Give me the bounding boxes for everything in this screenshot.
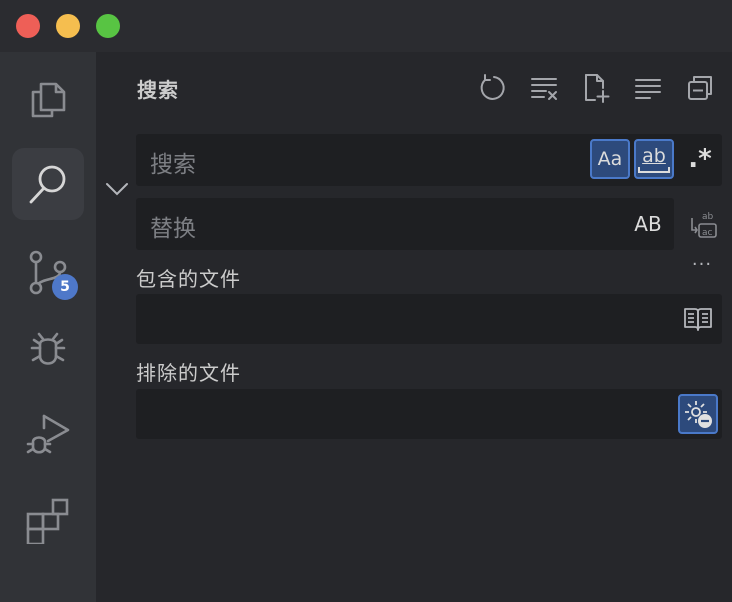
- include-files-input[interactable]: [136, 294, 722, 344]
- search-open-editors-button[interactable]: [681, 303, 715, 335]
- source-control-badge: 5: [52, 274, 78, 300]
- toggle-search-details-button[interactable]: ···: [686, 254, 718, 278]
- preserve-case-label: AB: [634, 212, 662, 236]
- activity-extensions[interactable]: [12, 484, 84, 556]
- activity-search[interactable]: [12, 148, 84, 220]
- search-icon: [29, 165, 66, 204]
- bug-icon: [30, 332, 66, 365]
- preserve-case-toggle[interactable]: AB: [628, 204, 668, 244]
- regex-label: .*: [688, 144, 712, 174]
- title-bar: [0, 0, 732, 52]
- run-debug-icon: [26, 414, 70, 454]
- replace-input[interactable]: 替换 AB: [136, 198, 674, 250]
- exclude-files-label: 排除的文件: [136, 361, 241, 385]
- whole-word-icon: [638, 167, 670, 173]
- vscode-window: 5 搜索 搜索 Aa ab .* 替换 AB ab ac ··· 包含的文件 排…: [0, 0, 732, 602]
- refresh-button[interactable]: [474, 70, 510, 106]
- new-search-editor-icon: [585, 74, 610, 103]
- regex-toggle[interactable]: .*: [680, 139, 720, 179]
- collapse-all-button[interactable]: [630, 70, 666, 106]
- whole-word-label: ab: [642, 145, 666, 167]
- search-input-placeholder: 搜索: [150, 152, 196, 178]
- activity-run-debug[interactable]: [12, 398, 84, 470]
- activity-explorer[interactable]: [12, 62, 84, 134]
- replace-input-placeholder: 替换: [150, 216, 196, 242]
- activity-debug[interactable]: [12, 314, 84, 386]
- clear-results-icon: [531, 78, 557, 100]
- replace-all-button[interactable]: ab ac: [686, 206, 722, 242]
- match-case-label: Aa: [597, 148, 623, 170]
- panel-title: 搜索: [137, 78, 179, 102]
- new-search-editor-button[interactable]: [578, 70, 614, 106]
- search-input[interactable]: 搜索 Aa ab .*: [136, 134, 722, 186]
- chevron-down-icon[interactable]: [104, 176, 130, 202]
- close-window-button[interactable]: [16, 14, 40, 38]
- replace-all-icon: ab ac: [691, 212, 717, 238]
- collapse-all-icon: [635, 79, 661, 99]
- activity-bar: 5: [0, 52, 96, 602]
- view-as-tree-button[interactable]: [682, 70, 718, 106]
- extensions-icon: [26, 498, 69, 544]
- whole-word-toggle[interactable]: ab: [634, 139, 674, 179]
- include-files-label: 包含的文件: [136, 267, 241, 291]
- minimize-window-button[interactable]: [56, 14, 80, 38]
- exclude-files-input[interactable]: [136, 389, 722, 439]
- svg-text:ac: ac: [702, 228, 713, 238]
- view-as-tree-icon: [688, 76, 712, 100]
- book-icon: [684, 308, 712, 331]
- gear-exclude-icon: [685, 401, 712, 428]
- activity-source-control[interactable]: [12, 236, 84, 308]
- maximize-window-button[interactable]: [96, 14, 120, 38]
- refresh-icon: [480, 74, 505, 100]
- svg-text:ab: ab: [702, 212, 714, 222]
- clear-results-button[interactable]: [526, 70, 562, 106]
- match-case-toggle[interactable]: Aa: [590, 139, 630, 179]
- use-exclude-settings-toggle[interactable]: [678, 394, 718, 434]
- files-icon: [31, 82, 66, 118]
